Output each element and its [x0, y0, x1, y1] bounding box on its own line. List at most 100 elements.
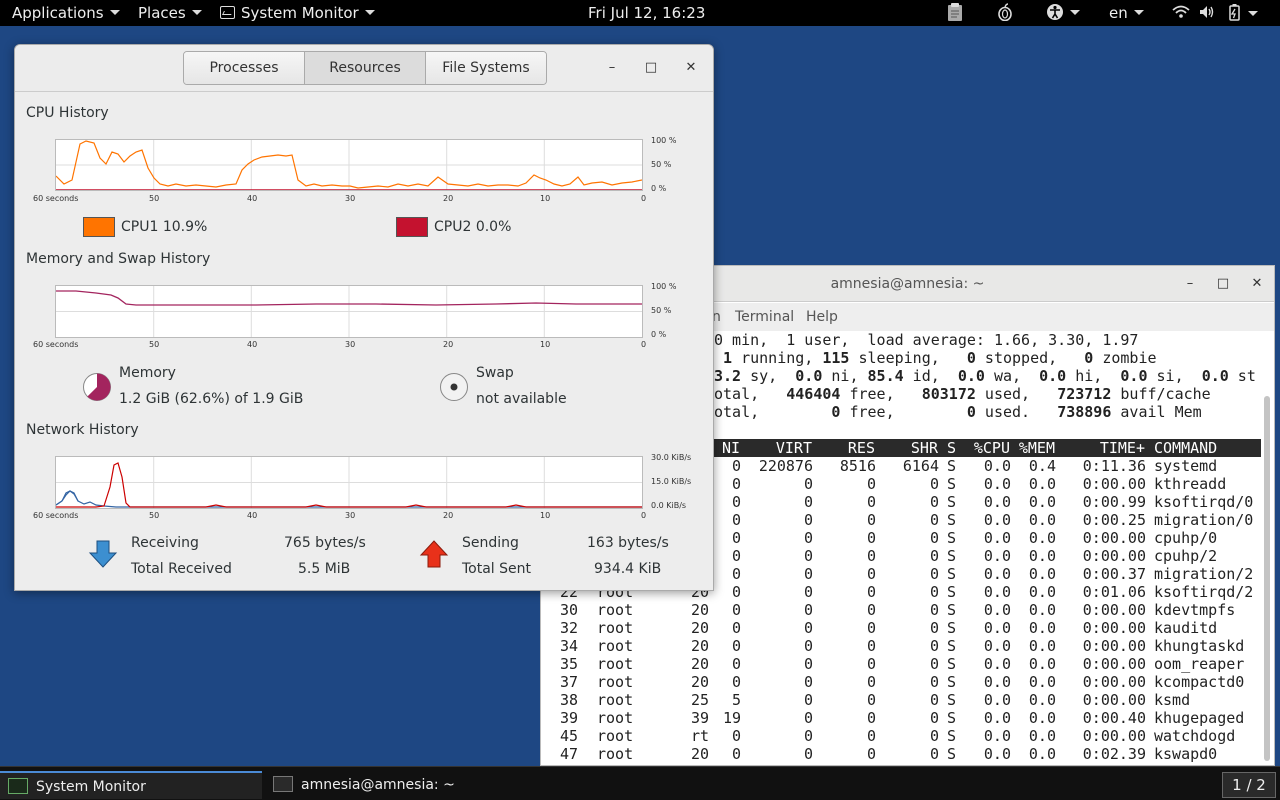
- table-row: 30 root 20 0 0 0 0 S 0.0 0.0 0:00.00 kdevtmpfs: [541, 601, 1262, 619]
- top-summary-line: 3.2 sy, 0.0 ni, 85.4 id, 0.0 wa, 0.0 hi,…: [714, 367, 1256, 385]
- table-cell: 0: [803, 547, 813, 565]
- minimize-button[interactable]: –: [603, 59, 621, 77]
- table-cell: 37: [559, 673, 578, 691]
- column-header: VIRT: [775, 439, 812, 457]
- table-cell: 25: [690, 691, 709, 709]
- table-cell: 0:00.00: [1082, 691, 1146, 709]
- total-received-value: 5.5 MiB: [298, 561, 351, 577]
- table-cell: 0: [929, 673, 939, 691]
- system-monitor-window[interactable]: Processes Resources File Systems – □ ✕ C…: [14, 44, 714, 591]
- table-cell: 0: [731, 601, 741, 619]
- table-cell: 0: [731, 637, 741, 655]
- close-button[interactable]: ✕: [1248, 275, 1266, 293]
- table-cell: 0:00.00: [1082, 637, 1146, 655]
- cpu2-color-swatch[interactable]: [396, 217, 428, 237]
- accessibility-menu[interactable]: [1046, 3, 1080, 23]
- memory-history-title: Memory and Swap History: [26, 251, 211, 267]
- clipboard-icon[interactable]: [946, 2, 964, 22]
- table-cell: S: [947, 529, 957, 547]
- table-cell: 0: [929, 493, 939, 511]
- table-cell: 0: [929, 727, 939, 745]
- cpu1-label: CPU1 10.9%: [121, 219, 208, 235]
- table-cell: khugepaged: [1154, 709, 1245, 727]
- language-menu[interactable]: en: [1109, 4, 1144, 24]
- taskbar-item-system-monitor[interactable]: System Monitor: [0, 771, 262, 799]
- network-history-title: Network History: [26, 422, 139, 438]
- top-summary-line: 1 running, 115 sleeping, 0 stopped, 0 zo…: [723, 349, 1157, 367]
- table-cell: 39: [559, 709, 578, 727]
- sending-arrow-icon[interactable]: [419, 539, 449, 573]
- top-bar: Applications Places System Monitor Fri J…: [0, 0, 1280, 26]
- table-cell: 0: [731, 727, 741, 745]
- swap-pie-icon[interactable]: [439, 372, 469, 406]
- table-cell: 0: [929, 511, 939, 529]
- table-cell: 0: [731, 493, 741, 511]
- table-cell: 0: [731, 583, 741, 601]
- table-cell: 0: [803, 565, 813, 583]
- language-label: en: [1109, 4, 1128, 22]
- table-cell: kdevtmpfs: [1154, 601, 1236, 619]
- maximize-button[interactable]: □: [642, 59, 660, 77]
- table-cell: S: [947, 583, 957, 601]
- table-cell: 0.0: [1028, 493, 1056, 511]
- table-cell: 34: [559, 637, 578, 655]
- minimize-button[interactable]: –: [1181, 275, 1199, 293]
- table-cell: S: [947, 547, 957, 565]
- network-x-tick: 30: [345, 511, 356, 520]
- table-cell: 0: [731, 619, 741, 637]
- top-summary-line: 0 min, 1 user, load average: 1.66, 3.30,…: [714, 331, 1139, 349]
- menu-item-help[interactable]: Help: [806, 309, 838, 325]
- cpu-x-tick: 50: [149, 194, 160, 203]
- clock[interactable]: Fri Jul 12, 16:23: [588, 4, 705, 24]
- table-cell: 0:00.00: [1082, 529, 1146, 547]
- memory-pie-icon[interactable]: [82, 372, 112, 406]
- column-header: NI: [721, 439, 740, 457]
- battery-icon: [1229, 4, 1240, 21]
- system-monitor-headerbar[interactable]: Processes Resources File Systems – □ ✕: [15, 45, 713, 92]
- terminal-scrollbar[interactable]: [1264, 396, 1270, 761]
- receiving-arrow-icon[interactable]: [88, 539, 118, 573]
- workspace-switcher[interactable]: 1 / 2: [1222, 772, 1276, 798]
- tab-file-systems[interactable]: File Systems: [426, 52, 546, 84]
- table-cell: 0: [803, 475, 813, 493]
- tab-resources[interactable]: Resources: [305, 52, 426, 84]
- network-x-tick: 60 seconds: [33, 511, 79, 520]
- maximize-button[interactable]: □: [1214, 275, 1232, 293]
- applications-menu[interactable]: Applications: [12, 4, 120, 24]
- taskbar-item-terminal[interactable]: amnesia@amnesia: ~: [265, 771, 565, 799]
- onion-icon[interactable]: [997, 3, 1013, 23]
- system-menu[interactable]: [1172, 3, 1262, 23]
- memory-y-tick: 100 %: [651, 282, 677, 291]
- table-cell: khungtaskd: [1154, 637, 1245, 655]
- network-y-tick: 15.0 KiB/s: [651, 477, 692, 486]
- wifi-icon: [1172, 5, 1190, 18]
- table-cell: 0: [929, 565, 939, 583]
- table-row: 34 root 20 0 0 0 0 S 0.0 0.0 0:00.00 khungtaskd: [541, 637, 1262, 655]
- memory-x-tick: 0: [641, 340, 647, 349]
- taskbar-item-label: amnesia@amnesia: ~: [301, 777, 455, 793]
- table-cell: 20: [690, 745, 709, 763]
- app-menu-label: System Monitor: [241, 4, 359, 22]
- cpu1-color-swatch[interactable]: [83, 217, 115, 237]
- total-sent-label: Total Sent: [462, 561, 532, 577]
- table-cell: S: [947, 619, 957, 637]
- table-cell: 0: [803, 745, 813, 763]
- places-menu[interactable]: Places: [138, 4, 202, 24]
- table-cell: 0: [866, 673, 876, 691]
- menu-item-terminal[interactable]: Terminal: [735, 309, 794, 325]
- table-cell: root: [597, 691, 634, 709]
- table-cell: 0: [803, 583, 813, 601]
- app-menu[interactable]: System Monitor: [220, 4, 375, 24]
- table-cell: 47: [559, 745, 578, 763]
- applications-label: Applications: [12, 4, 104, 22]
- table-cell: root: [597, 601, 634, 619]
- table-cell: 0: [803, 709, 813, 727]
- column-header: %MEM: [1018, 439, 1055, 457]
- close-button[interactable]: ✕: [682, 59, 700, 77]
- table-cell: S: [947, 709, 957, 727]
- tab-processes[interactable]: Processes: [184, 52, 305, 84]
- table-cell: 0: [731, 673, 741, 691]
- table-cell: 0: [803, 493, 813, 511]
- total-received-label: Total Received: [131, 561, 232, 577]
- table-cell: 0:00.00: [1082, 673, 1146, 691]
